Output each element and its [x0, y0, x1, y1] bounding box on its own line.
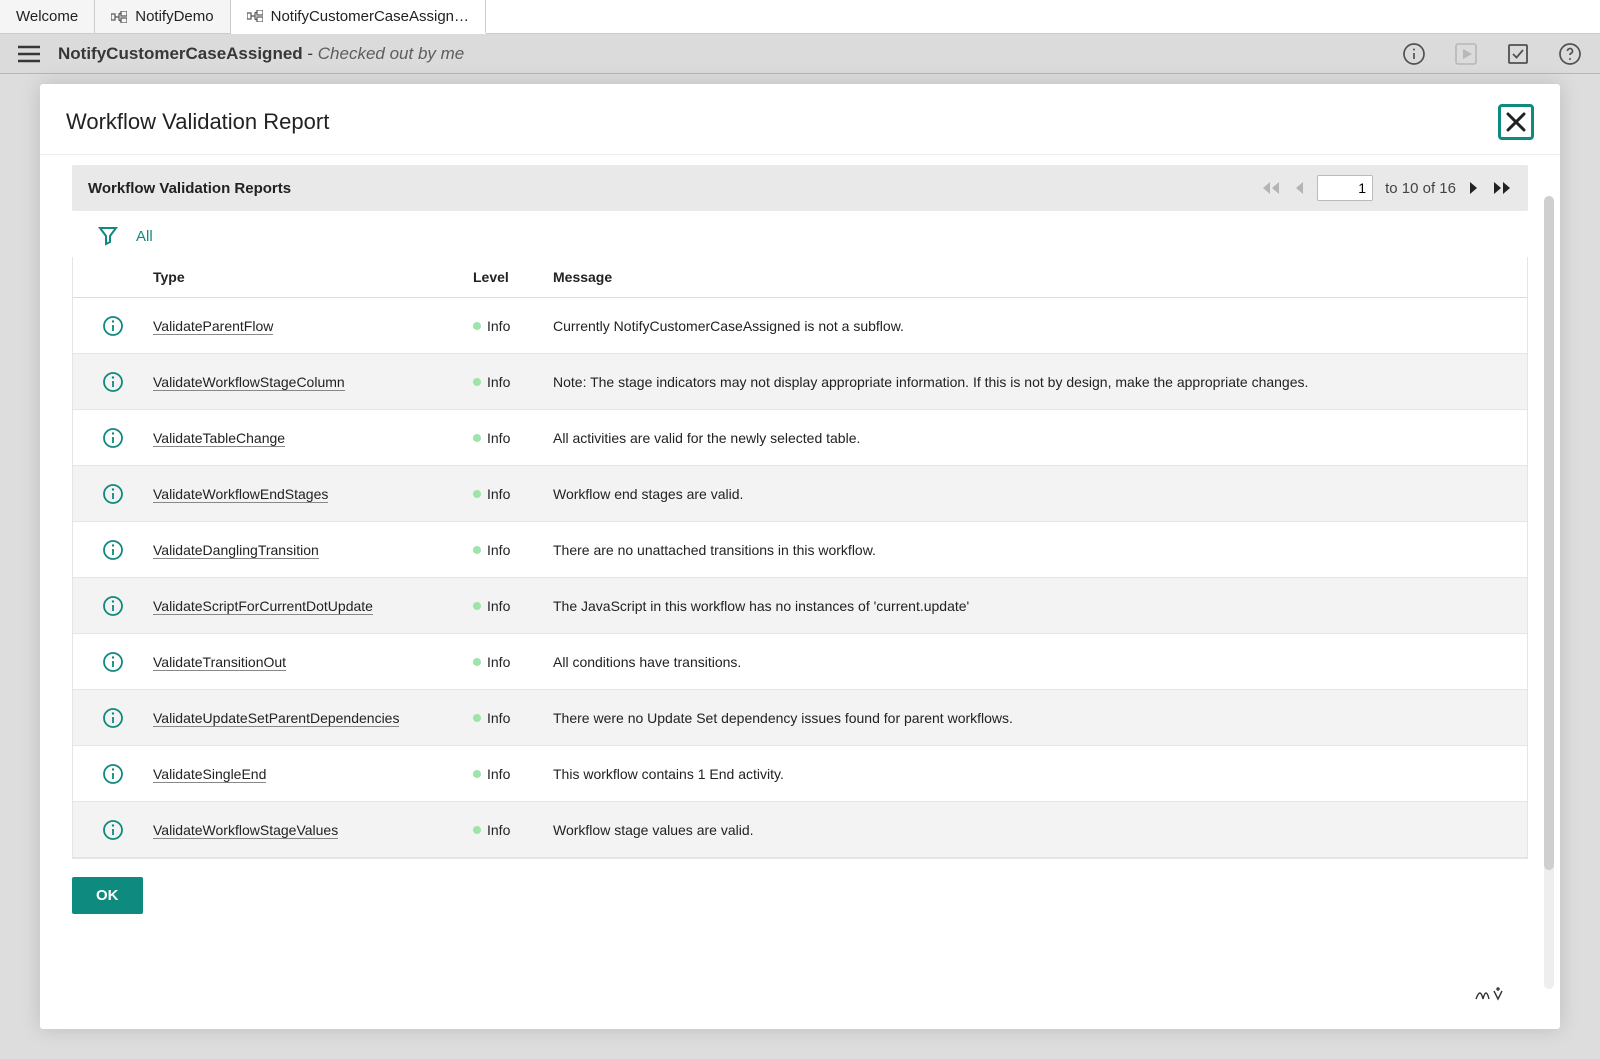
- message-text: Workflow end stages are valid.: [553, 486, 1527, 502]
- validation-type-link[interactable]: ValidateTableChange: [153, 430, 285, 447]
- filter-row: All: [72, 211, 1528, 257]
- col-header-level[interactable]: Level: [473, 269, 553, 285]
- info-icon[interactable]: [102, 763, 124, 785]
- message-text: This workflow contains 1 End activity.: [553, 766, 1527, 782]
- table-row: ValidateWorkflowEndStages Info Workflow en…: [73, 466, 1527, 522]
- close-button[interactable]: [1498, 104, 1534, 140]
- level-dot-icon: [473, 490, 481, 498]
- message-text: The JavaScript in this workflow has no i…: [553, 598, 1527, 614]
- first-page-button[interactable]: [1261, 180, 1281, 196]
- level-text: Info: [487, 822, 510, 838]
- grid-title: Workflow Validation Reports: [88, 180, 291, 197]
- pager: to 10 of 16: [1261, 175, 1512, 201]
- validation-type-link[interactable]: ValidateDanglingTransition: [153, 542, 319, 559]
- modal-header: Workflow Validation Report: [40, 84, 1560, 155]
- level-dot-icon: [473, 434, 481, 442]
- level-text: Info: [487, 598, 510, 614]
- info-icon[interactable]: [102, 707, 124, 729]
- tab-label: Welcome: [16, 8, 78, 25]
- workflow-validation-modal: Workflow Validation Report Workflow Vali…: [40, 84, 1560, 1029]
- validation-type-link[interactable]: ValidateTransitionOut: [153, 654, 286, 671]
- col-header-type[interactable]: Type: [153, 269, 473, 285]
- table-row: ValidateTransitionOut Info All conditions …: [73, 634, 1527, 690]
- signature-icon: [1474, 985, 1506, 1003]
- info-icon[interactable]: [102, 315, 124, 337]
- validation-type-link[interactable]: ValidateParentFlow: [153, 318, 273, 335]
- table-row: ValidateUpdateSetParentDependencies Info T…: [73, 690, 1527, 746]
- info-icon[interactable]: [102, 483, 124, 505]
- info-icon[interactable]: [102, 651, 124, 673]
- prev-page-button[interactable]: [1293, 180, 1305, 196]
- modal-title: Workflow Validation Report: [66, 109, 1498, 135]
- message-text: Workflow stage values are valid.: [553, 822, 1527, 838]
- validation-type-link[interactable]: ValidateWorkflowStageColumn: [153, 374, 345, 391]
- workflow-icon: [247, 10, 263, 22]
- workflow-icon: [111, 11, 127, 23]
- message-text: There are no unattached transitions in t…: [553, 542, 1527, 558]
- table-row: ValidateSingleEnd Info This workflow conta…: [73, 746, 1527, 802]
- level-dot-icon: [473, 602, 481, 610]
- message-text: All activities are valid for the newly s…: [553, 430, 1527, 446]
- level-text: Info: [487, 430, 510, 446]
- tab-notifydemo[interactable]: NotifyDemo: [95, 0, 230, 33]
- ok-button[interactable]: OK: [72, 877, 143, 914]
- level-dot-icon: [473, 826, 481, 834]
- message-text: There were no Update Set dependency issu…: [553, 710, 1527, 726]
- modal-body: Workflow Validation Reports to 10 of 16: [40, 155, 1560, 1029]
- level-text: Info: [487, 654, 510, 670]
- table-row: ValidateScriptForCurrentDotUpdate Info The…: [73, 578, 1527, 634]
- validation-type-link[interactable]: ValidateSingleEnd: [153, 766, 266, 783]
- level-dot-icon: [473, 322, 481, 330]
- info-icon[interactable]: [102, 595, 124, 617]
- tab-label: NotifyDemo: [135, 8, 213, 25]
- level-text: Info: [487, 486, 510, 502]
- tabs-bar: Welcome NotifyDemo NotifyCustomerCaseAss…: [0, 0, 1600, 34]
- table-row: ValidateWorkflowStageColumn Info Note: The…: [73, 354, 1527, 410]
- filter-icon[interactable]: [98, 225, 118, 247]
- table-row: ValidateWorkflowStageValues Info Workflow …: [73, 802, 1527, 858]
- filter-link-all[interactable]: All: [136, 228, 153, 245]
- level-dot-icon: [473, 714, 481, 722]
- tab-label: NotifyCustomerCaseAssign…: [271, 8, 469, 25]
- message-text: Note: The stage indicators may not displ…: [553, 374, 1527, 390]
- info-icon[interactable]: [102, 539, 124, 561]
- level-dot-icon: [473, 770, 481, 778]
- tab-notifycustomercaseassigned[interactable]: NotifyCustomerCaseAssign…: [231, 0, 486, 34]
- validation-type-link[interactable]: ValidateScriptForCurrentDotUpdate: [153, 598, 373, 615]
- last-page-button[interactable]: [1492, 180, 1512, 196]
- page-input[interactable]: [1317, 175, 1373, 201]
- page-range: to 10 of 16: [1385, 180, 1456, 197]
- level-text: Info: [487, 766, 510, 782]
- table-header: Type Level Message: [73, 257, 1527, 298]
- info-icon[interactable]: [102, 819, 124, 841]
- table-row: ValidateParentFlow Info Currently NotifyCu…: [73, 298, 1527, 354]
- scrollbar-track[interactable]: [1544, 196, 1554, 989]
- tab-welcome[interactable]: Welcome: [0, 0, 95, 33]
- message-text: All conditions have transitions.: [553, 654, 1527, 670]
- results-table: Type Level Message ValidateParentFlow Inf…: [72, 257, 1528, 859]
- scrollbar-thumb[interactable]: [1544, 196, 1554, 870]
- info-icon[interactable]: [102, 371, 124, 393]
- level-text: Info: [487, 318, 510, 334]
- level-text: Info: [487, 374, 510, 390]
- level-text: Info: [487, 542, 510, 558]
- info-icon[interactable]: [102, 427, 124, 449]
- message-text: Currently NotifyCustomerCaseAssigned is …: [553, 318, 1527, 334]
- level-dot-icon: [473, 658, 481, 666]
- validation-type-link[interactable]: ValidateWorkflowEndStages: [153, 486, 328, 503]
- validation-type-link[interactable]: ValidateWorkflowStageValues: [153, 822, 338, 839]
- grid-header-bar: Workflow Validation Reports to 10 of 16: [72, 165, 1528, 211]
- level-dot-icon: [473, 546, 481, 554]
- table-row: ValidateTableChange Info All activities ar…: [73, 410, 1527, 466]
- level-text: Info: [487, 710, 510, 726]
- validation-type-link[interactable]: ValidateUpdateSetParentDependencies: [153, 710, 399, 727]
- table-row: ValidateDanglingTransition Info There are …: [73, 522, 1527, 578]
- next-page-button[interactable]: [1468, 180, 1480, 196]
- level-dot-icon: [473, 378, 481, 386]
- col-header-message[interactable]: Message: [553, 269, 1527, 285]
